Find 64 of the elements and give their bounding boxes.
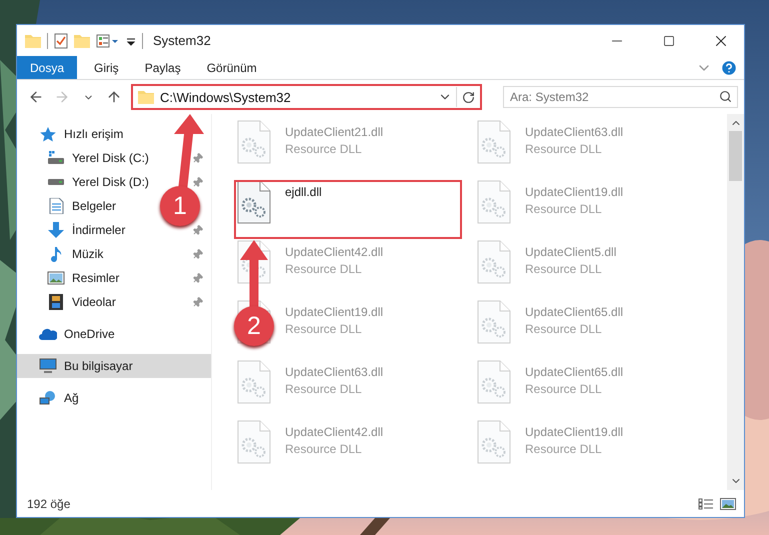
drive-icon: [47, 150, 65, 166]
sidebar-item[interactable]: Yerel Disk (D:): [72, 175, 149, 189]
picture-icon: [47, 270, 65, 286]
ribbon-tab[interactable]: Paylaş: [132, 56, 194, 79]
large-icons-view-icon[interactable]: [720, 498, 736, 510]
network-icon: [39, 390, 57, 406]
gear-file-icon: [237, 420, 271, 464]
gear-file-icon: [477, 180, 511, 224]
gear-file-icon: [477, 300, 511, 344]
checklist-icon[interactable]: [54, 32, 68, 48]
sidebar-item[interactable]: Müzik: [72, 247, 104, 261]
ribbon-tab[interactable]: Giriş: [81, 56, 132, 79]
download-icon: [47, 222, 65, 238]
window-title: System32: [153, 33, 212, 48]
file-type: Resource DLL: [525, 142, 603, 156]
sidebar-item[interactable]: Yerel Disk (C:): [72, 151, 149, 165]
drive-icon: [47, 178, 65, 186]
search-icon[interactable]: [719, 90, 732, 103]
refresh-icon[interactable]: [462, 90, 475, 104]
details-view-icon[interactable]: [698, 498, 714, 510]
scroll-thumb[interactable]: [729, 131, 742, 181]
maximize-icon[interactable]: [663, 34, 675, 46]
gear-file-icon: [477, 240, 511, 284]
sidebar-item[interactable]: Bu bilgisayar: [64, 359, 133, 373]
file-type: Resource DLL: [525, 442, 603, 456]
file-type: Resource DLL: [285, 262, 363, 276]
sidebar-item[interactable]: İndirmeler: [72, 223, 126, 237]
folder-icon: [138, 90, 154, 104]
sidebar-item[interactable]: Hızlı erişim: [64, 127, 124, 141]
properties-icon[interactable]: [96, 34, 120, 48]
gear-file-icon: [477, 360, 511, 404]
file-type: Resource DLL: [285, 322, 363, 336]
file-type: Resource DLL: [525, 382, 603, 396]
gear-file-icon: [237, 120, 271, 164]
gear-file-icon: [237, 180, 271, 224]
sidebar-item[interactable]: Resimler: [72, 271, 120, 285]
file-type: Resource DLL: [285, 142, 363, 156]
file-type: Resource DLL: [525, 262, 603, 276]
sidebar-item[interactable]: OneDrive: [64, 327, 115, 341]
ribbon-tab[interactable]: Dosya: [17, 56, 78, 79]
address-field[interactable]: C:\Windows\System32: [131, 84, 482, 110]
file-type: Resource DLL: [525, 322, 603, 336]
item-count: 192 öğe: [27, 496, 72, 510]
star-icon: [39, 126, 57, 142]
file-type: Resource DLL: [525, 202, 603, 216]
cloud-icon: [39, 326, 57, 342]
file-name[interactable]: ejdll.dll: [285, 185, 322, 199]
scrollbar[interactable]: [727, 114, 744, 490]
sidebar-item[interactable]: Belgeler: [72, 199, 116, 213]
gear-file-icon: [477, 420, 511, 464]
back-icon[interactable]: [28, 89, 44, 105]
ribbon-tab[interactable]: Görünüm: [194, 56, 270, 79]
film-icon: [47, 294, 65, 310]
up-icon[interactable]: [106, 89, 122, 105]
document-icon: [47, 198, 65, 214]
gear-file-icon: [477, 120, 511, 164]
sidebar-item[interactable]: Ağ: [64, 391, 79, 405]
search-field[interactable]: Ara: System32: [503, 86, 738, 108]
sidebar-item[interactable]: Videolar: [72, 295, 116, 309]
help-icon[interactable]: [720, 58, 738, 76]
computer-icon: [39, 358, 57, 374]
gear-file-icon: [237, 360, 271, 404]
file-type: Resource DLL: [285, 442, 363, 456]
file-type: Resource DLL: [285, 382, 363, 396]
